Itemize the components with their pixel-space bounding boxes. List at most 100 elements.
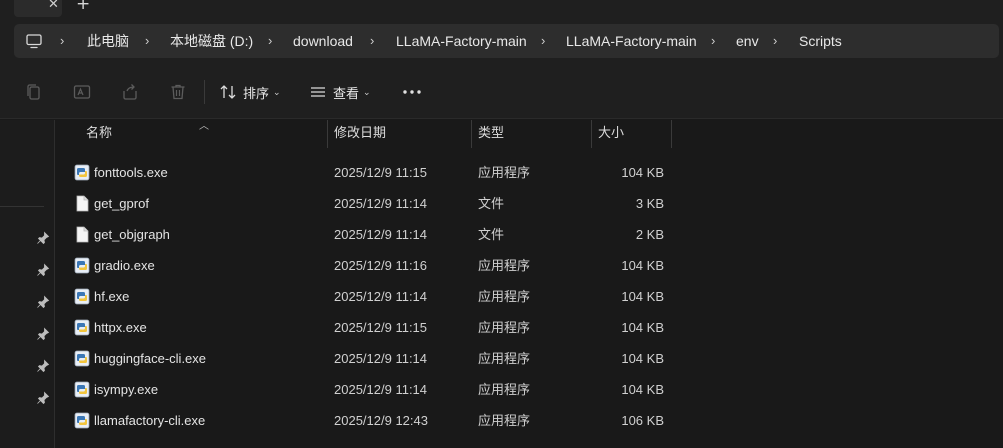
file-name: get_gprof	[94, 196, 149, 211]
breadcrumb-download[interactable]: download	[293, 24, 353, 58]
chevron-down-icon: ⌄	[363, 86, 371, 97]
column-header-size[interactable]: 大小	[598, 120, 624, 148]
view-button[interactable]: 查看 ⌄	[309, 78, 371, 106]
file-row[interactable]: huggingface-cli.exe 2025/12/9 11:14 应用程序 10…	[56, 343, 1003, 374]
file-date: 2025/12/9 11:14	[334, 382, 428, 397]
breadcrumb-separator-icon[interactable]: ›	[268, 24, 272, 58]
file-row[interactable]: gradio.exe 2025/12/9 11:16 应用程序 104 KB	[56, 250, 1003, 281]
delete-icon[interactable]	[168, 82, 188, 102]
file-date: 2025/12/9 11:14	[334, 227, 428, 242]
computer-icon	[26, 34, 42, 49]
breadcrumb-llama-factory-main-2[interactable]: LLaMA-Factory-main	[566, 24, 697, 58]
pin-icon[interactable]	[36, 359, 50, 373]
breadcrumb-separator-icon[interactable]: ›	[60, 24, 64, 58]
breadcrumb-separator-icon[interactable]: ›	[370, 24, 374, 58]
rename-icon[interactable]	[72, 82, 92, 102]
file-size: 106 KB	[621, 413, 664, 428]
file-date: 2025/12/9 11:15	[334, 165, 428, 180]
navigation-pane	[0, 120, 55, 448]
file-size: 104 KB	[621, 289, 664, 304]
breadcrumb-this-pc[interactable]: 此电脑	[87, 24, 129, 58]
file-date: 2025/12/9 11:16	[334, 258, 428, 273]
file-name: httpx.exe	[94, 320, 147, 335]
file-date: 2025/12/9 11:14	[334, 351, 428, 366]
file-size: 2 KB	[635, 227, 664, 242]
view-icon	[311, 87, 325, 97]
file-type: 文件	[478, 196, 505, 211]
file-size: 104 KB	[621, 320, 664, 335]
file-name: gradio.exe	[94, 258, 155, 273]
column-divider[interactable]	[327, 120, 328, 148]
file-size: 3 KB	[635, 196, 664, 211]
new-tab-button[interactable]: +	[76, 0, 90, 14]
file-row[interactable]: get_gprof 2025/12/9 11:14 文件 3 KB	[56, 188, 1003, 219]
file-type: 应用程序	[478, 413, 531, 428]
breadcrumb-separator-icon[interactable]: ›	[711, 24, 715, 58]
file-name: isympy.exe	[94, 382, 159, 397]
file-size: 104 KB	[621, 258, 664, 273]
file-row[interactable]: get_objgraph 2025/12/9 11:14 文件 2 KB	[56, 219, 1003, 250]
file-size: 104 KB	[621, 351, 664, 366]
breadcrumb-separator-icon[interactable]: ›	[145, 24, 149, 58]
column-divider[interactable]	[671, 120, 672, 148]
file-name: get_objgraph	[94, 227, 170, 242]
breadcrumb-env[interactable]: env	[736, 24, 759, 58]
pin-icon[interactable]	[36, 391, 50, 405]
file-row[interactable]: fonttools.exe 2025/12/9 11:15 应用程序 104 KB	[56, 157, 1003, 188]
file-date: 2025/12/9 11:14	[334, 289, 428, 304]
copy-icon[interactable]	[24, 82, 44, 102]
command-bar: 排序 ⌄ 查看 ⌄	[0, 64, 1003, 119]
share-icon[interactable]	[120, 82, 140, 102]
breadcrumb-scripts[interactable]: Scripts	[799, 24, 842, 58]
file-name: hf.exe	[94, 289, 130, 304]
column-divider[interactable]	[591, 120, 592, 148]
pin-icon[interactable]	[36, 263, 50, 277]
chevron-down-icon: ⌄	[273, 86, 281, 97]
python-exe-icon	[74, 381, 90, 398]
file-date: 2025/12/9 12:43	[334, 413, 428, 428]
file-type: 文件	[478, 227, 505, 242]
column-header-type[interactable]: 类型	[478, 120, 504, 148]
address-bar-region: › 此电脑 › 本地磁盘 (D:) › download › LLaMA-Fac…	[0, 17, 1003, 64]
column-header-date[interactable]: 修改日期	[334, 120, 386, 148]
python-exe-icon	[74, 319, 90, 336]
breadcrumb-llama-factory-main-1[interactable]: LLaMA-Factory-main	[396, 24, 527, 58]
column-divider[interactable]	[471, 120, 472, 148]
file-name: llamafactory-cli.exe	[94, 413, 206, 428]
file-row[interactable]: isympy.exe 2025/12/9 11:14 应用程序 104 KB	[56, 374, 1003, 405]
python-exe-icon	[74, 350, 90, 367]
file-type: 应用程序	[478, 289, 531, 304]
file-size: 104 KB	[621, 382, 664, 397]
view-label: 查看	[333, 85, 360, 101]
file-row[interactable]: hf.exe 2025/12/9 11:14 应用程序 104 KB	[56, 281, 1003, 312]
tab-strip: ✕ +	[0, 0, 1003, 17]
file-name: fonttools.exe	[94, 165, 168, 180]
file-row[interactable]: httpx.exe 2025/12/9 11:15 应用程序 104 KB	[56, 312, 1003, 343]
breadcrumb-local-disk[interactable]: 本地磁盘 (D:)	[170, 24, 253, 58]
pin-icon[interactable]	[36, 327, 50, 341]
file-date: 2025/12/9 11:15	[334, 320, 428, 335]
column-header-name[interactable]: 名称	[86, 120, 112, 148]
file-icon	[76, 226, 89, 243]
address-bar[interactable]: › 此电脑 › 本地磁盘 (D:) › download › LLaMA-Fac…	[14, 24, 999, 58]
file-type: 应用程序	[478, 258, 531, 273]
python-exe-icon	[74, 257, 90, 274]
active-tab[interactable]: ✕	[14, 0, 62, 17]
pin-icon[interactable]	[36, 295, 50, 309]
python-exe-icon	[74, 164, 90, 181]
sort-label: 排序	[243, 85, 270, 101]
sort-button[interactable]: 排序 ⌄	[219, 78, 281, 106]
nav-divider	[0, 206, 44, 207]
file-type: 应用程序	[478, 320, 531, 335]
pin-icon[interactable]	[36, 231, 50, 245]
breadcrumb-separator-icon[interactable]: ›	[541, 24, 545, 58]
file-icon	[76, 195, 89, 212]
python-exe-icon	[74, 288, 90, 305]
close-tab-icon[interactable]: ✕	[48, 0, 59, 12]
more-icon[interactable]	[401, 84, 423, 100]
file-row[interactable]: llamafactory-cli.exe 2025/12/9 12:43 应用程序 1…	[56, 405, 1003, 436]
sort-ascending-icon: ︿	[199, 121, 209, 132]
toolbar-divider	[204, 80, 205, 104]
breadcrumb-separator-icon[interactable]: ›	[773, 24, 777, 58]
file-name: huggingface-cli.exe	[94, 351, 207, 366]
